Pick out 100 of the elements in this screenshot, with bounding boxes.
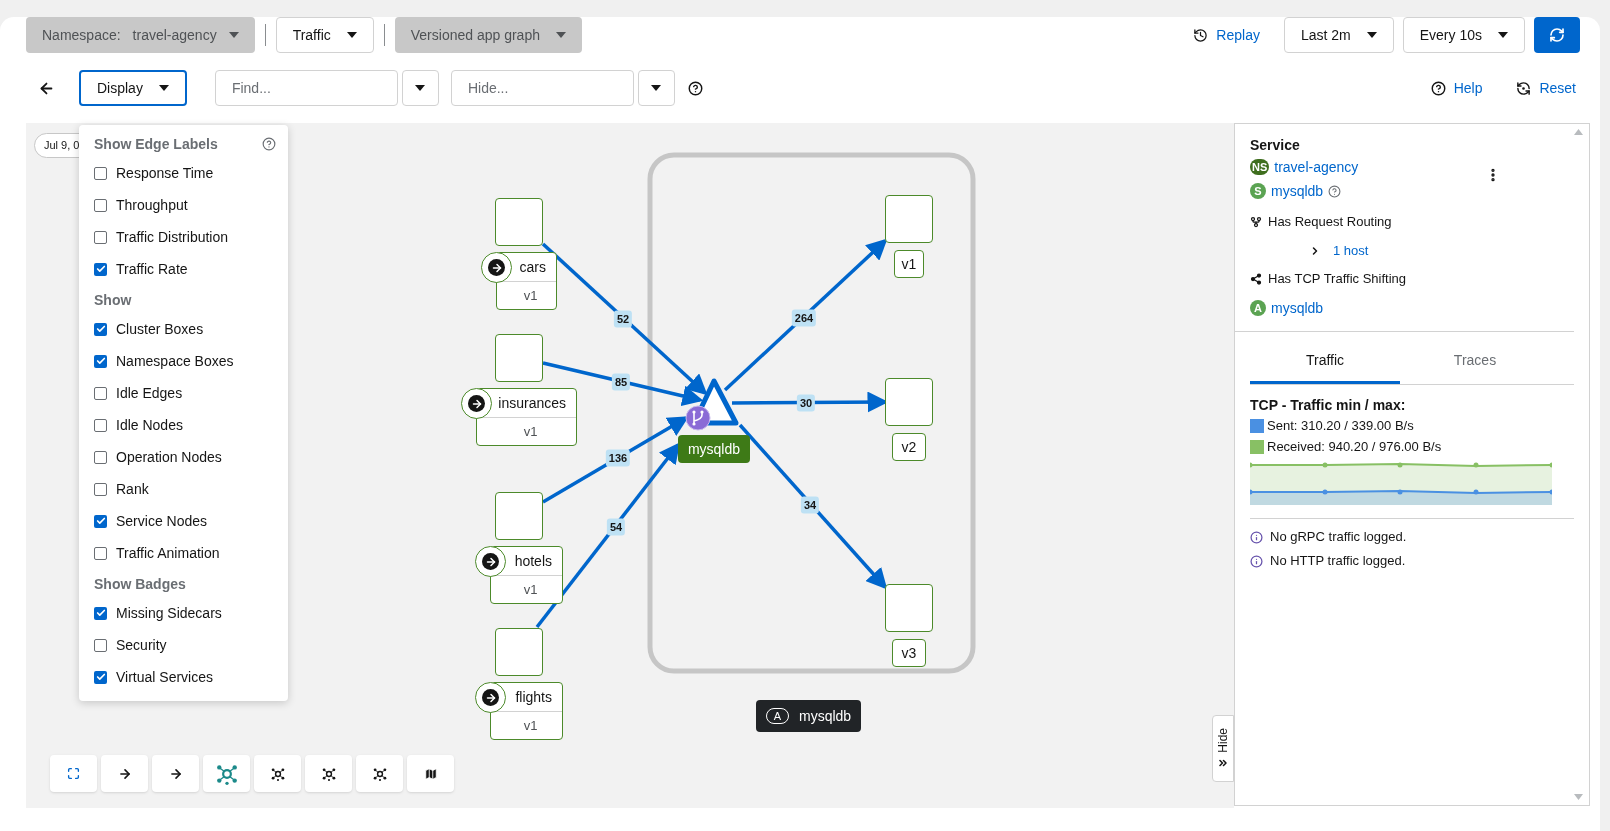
topology-icon bbox=[215, 762, 238, 785]
workload-node[interactable] bbox=[885, 195, 933, 243]
edge-label: 136 bbox=[605, 449, 631, 467]
checkbox[interactable] bbox=[94, 670, 107, 684]
app-name: flights bbox=[515, 687, 552, 707]
option-label[interactable]: Virtual Services bbox=[116, 666, 213, 688]
refresh-button[interactable] bbox=[1534, 17, 1580, 53]
legend-text: Received: 940.20 / 976.00 B/s bbox=[1267, 437, 1442, 456]
info-icon bbox=[1250, 554, 1263, 568]
checkbox[interactable] bbox=[94, 514, 107, 528]
service-node[interactable] bbox=[685, 378, 739, 431]
hide-panel-tab[interactable]: Hide bbox=[1212, 715, 1234, 782]
replay-link[interactable]: Replay bbox=[1193, 24, 1260, 46]
checkbox[interactable] bbox=[94, 354, 107, 368]
panel-tab[interactable]: Traffic bbox=[1250, 340, 1400, 384]
tooltip-text: mysqldb bbox=[799, 706, 852, 726]
app-link[interactable]: mysqldb bbox=[1271, 297, 1324, 319]
hosts-link[interactable]: 1 host bbox=[1333, 240, 1369, 261]
topology-icon bbox=[372, 766, 387, 781]
namespace-label: Namespace: bbox=[42, 25, 121, 45]
option-label[interactable]: Rank bbox=[116, 478, 149, 500]
option-label[interactable]: Idle Nodes bbox=[116, 414, 183, 436]
hide-field[interactable]: Hide... bbox=[450, 70, 634, 106]
workload-node[interactable] bbox=[495, 628, 543, 676]
layout-button[interactable] bbox=[356, 755, 403, 792]
option-label[interactable]: Namespace Boxes bbox=[116, 350, 234, 372]
shifting-text: Has TCP Traffic Shifting bbox=[1268, 270, 1406, 289]
help-icon[interactable] bbox=[687, 80, 703, 96]
panel-title: Service bbox=[1250, 136, 1301, 155]
help-link[interactable]: Help bbox=[1430, 77, 1483, 99]
layout-button[interactable] bbox=[305, 755, 352, 792]
workload-node[interactable] bbox=[495, 334, 543, 382]
workload-node[interactable] bbox=[495, 198, 543, 246]
checkbox[interactable] bbox=[94, 546, 107, 560]
checkbox[interactable] bbox=[94, 166, 107, 180]
checkbox[interactable] bbox=[94, 418, 107, 432]
checkbox[interactable] bbox=[94, 262, 107, 276]
traffic-dropdown[interactable]: Traffic bbox=[275, 17, 374, 53]
layout-button[interactable] bbox=[254, 755, 301, 792]
duration-dropdown[interactable]: Last 2m bbox=[1283, 17, 1394, 53]
workload-node[interactable] bbox=[495, 492, 543, 540]
option-label[interactable]: Response Time bbox=[116, 162, 214, 184]
namespace-dropdown[interactable]: Namespace: travel-agency bbox=[26, 17, 255, 53]
workload-node[interactable] bbox=[885, 584, 933, 632]
checkbox[interactable] bbox=[94, 198, 107, 212]
hide-dropdown-button[interactable] bbox=[637, 70, 675, 106]
option-label[interactable]: Idle Edges bbox=[116, 382, 183, 404]
option-label[interactable]: Operation Nodes bbox=[116, 446, 222, 468]
entity-badge: S bbox=[1250, 183, 1266, 199]
option-label[interactable]: Throughput bbox=[116, 194, 188, 216]
option-label[interactable]: Service Nodes bbox=[116, 510, 208, 532]
entity-badge: NS bbox=[1250, 159, 1270, 175]
find-field[interactable]: Find... bbox=[214, 70, 398, 106]
option-label[interactable]: Cluster Boxes bbox=[116, 318, 204, 340]
version-label: v1 bbox=[523, 422, 538, 441]
fit-screen-icon bbox=[67, 767, 80, 780]
option-label[interactable]: Security bbox=[116, 634, 167, 656]
caret-icon bbox=[158, 85, 169, 91]
panel-tab[interactable]: Traces bbox=[1400, 340, 1550, 384]
service-name-label: mysqldb bbox=[678, 435, 750, 463]
topology-icon bbox=[321, 766, 336, 781]
display-dropdown[interactable]: Display bbox=[79, 70, 187, 106]
menu-section-title: Show bbox=[94, 290, 132, 310]
refresh-interval-dropdown[interactable]: Every 10s bbox=[1402, 17, 1525, 53]
info-text: No HTTP traffic logged. bbox=[1270, 552, 1406, 571]
option-label[interactable]: Traffic Animation bbox=[116, 542, 220, 564]
version-label: v1 bbox=[523, 580, 538, 599]
namespace-value: travel-agency bbox=[132, 25, 217, 45]
edge-arrow[interactable] bbox=[723, 238, 888, 392]
checkbox[interactable] bbox=[94, 482, 107, 496]
reset-link[interactable]: Reset bbox=[1516, 77, 1576, 99]
checkbox[interactable] bbox=[94, 606, 107, 620]
edge-arrow[interactable] bbox=[738, 423, 888, 590]
history-icon bbox=[1193, 27, 1209, 43]
find-dropdown-button[interactable] bbox=[401, 70, 439, 106]
graph-type-dropdown[interactable]: Versioned app graph bbox=[394, 17, 582, 53]
checkbox[interactable] bbox=[94, 322, 107, 336]
caret-icon bbox=[228, 32, 239, 38]
checkbox[interactable] bbox=[94, 450, 107, 464]
entity-link[interactable]: travel-agency bbox=[1274, 156, 1359, 178]
option-label[interactable]: Traffic Rate bbox=[116, 258, 188, 280]
checkbox[interactable] bbox=[94, 230, 107, 244]
version-label: v1 bbox=[894, 250, 924, 278]
menu-section-title: Show Badges bbox=[94, 574, 186, 594]
version-label: v2 bbox=[892, 433, 926, 461]
branch-icon bbox=[1250, 215, 1262, 228]
checkbox[interactable] bbox=[94, 386, 107, 400]
option-label[interactable]: Traffic Distribution bbox=[116, 226, 229, 248]
legend-button[interactable] bbox=[407, 755, 454, 792]
option-label[interactable]: Missing Sidecars bbox=[116, 602, 222, 624]
workload-node[interactable] bbox=[885, 378, 933, 426]
reset-icon bbox=[1516, 80, 1532, 96]
caret-icon bbox=[1498, 32, 1508, 38]
share-icon bbox=[1250, 273, 1262, 285]
edge-label: 30 bbox=[796, 394, 816, 412]
routing-text: Has Request Routing bbox=[1268, 212, 1392, 231]
app-name: cars bbox=[519, 257, 546, 277]
entity-link[interactable]: mysqldb bbox=[1271, 180, 1324, 202]
help-icon bbox=[1430, 80, 1446, 96]
checkbox[interactable] bbox=[94, 638, 107, 652]
